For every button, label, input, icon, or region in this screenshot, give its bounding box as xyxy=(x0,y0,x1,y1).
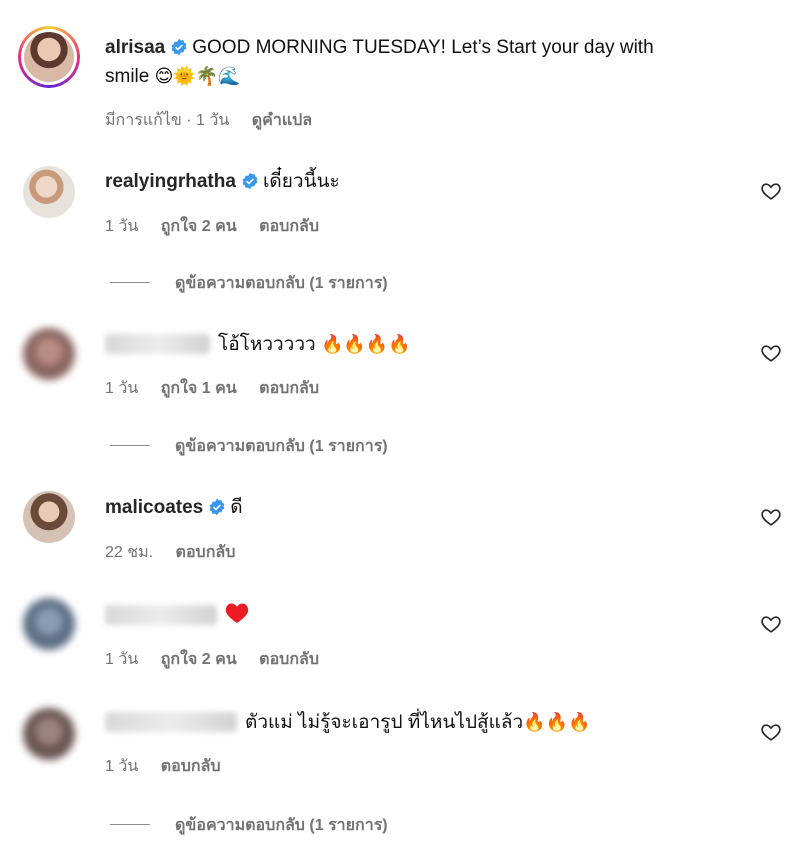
verified-badge-icon xyxy=(171,38,187,56)
comment-time: 1 วัน xyxy=(105,218,139,235)
reply-button[interactable]: ตอบกลับ xyxy=(259,651,319,668)
comment-time: 22 ชม. xyxy=(105,544,154,561)
like-heart-icon[interactable] xyxy=(760,613,782,635)
likes-count[interactable]: ถูกใจ 1 คน xyxy=(161,380,237,397)
comment-time: 1 วัน xyxy=(105,380,139,397)
view-replies-label[interactable]: ดูข้อความตอบกลับ (1 รายการ) xyxy=(175,817,388,834)
likes-count[interactable]: ถูกใจ 2 คน xyxy=(161,651,237,668)
avatar[interactable] xyxy=(18,26,80,88)
likes-count[interactable]: ถูกใจ 2 คน xyxy=(161,218,237,235)
username[interactable]: alrisaa xyxy=(105,37,165,58)
avatar[interactable] xyxy=(23,166,75,218)
caption-emojis: 😊🌞🌴🌊 xyxy=(154,66,241,87)
view-replies-link[interactable]: ดูข้อความตอบกลับ (1 รายการ) xyxy=(110,271,388,296)
like-heart-icon[interactable] xyxy=(760,721,782,743)
divider xyxy=(110,824,150,825)
like-heart-icon[interactable] xyxy=(760,506,782,528)
comment-text: เดี๋ยวนี้นะ xyxy=(262,171,340,192)
view-replies-label[interactable]: ดูข้อความตอบกลับ (1 รายการ) xyxy=(175,438,388,455)
comment-text: โอ้โหววววว xyxy=(218,334,316,355)
reply-button[interactable]: ตอบกลับ xyxy=(176,544,236,561)
caption-text: GOOD MORNING TUESDAY! Let’s Start your d… xyxy=(192,37,654,58)
like-heart-icon[interactable] xyxy=(760,342,782,364)
username-blurred[interactable] xyxy=(105,334,210,354)
divider xyxy=(110,445,150,446)
username-blurred[interactable] xyxy=(105,605,217,625)
red-heart-emoji-icon xyxy=(225,603,249,623)
divider xyxy=(110,282,150,283)
avatar[interactable] xyxy=(23,708,75,760)
verified-badge-icon xyxy=(209,498,225,516)
edited-label: มีการแก้ไข · 1 วัน xyxy=(105,112,230,129)
comment-time: 1 วัน xyxy=(105,758,139,775)
view-replies-link[interactable]: ดูข้อความตอบกลับ (1 รายการ) xyxy=(110,813,388,838)
reply-button[interactable]: ตอบกลับ xyxy=(161,758,221,775)
comment-emojis: 🔥🔥🔥 xyxy=(523,712,591,733)
reply-button[interactable]: ตอบกลับ xyxy=(259,218,319,235)
translate-link[interactable]: ดูคำแปล xyxy=(252,112,312,129)
view-replies-link[interactable]: ดูข้อความตอบกลับ (1 รายการ) xyxy=(110,434,388,459)
avatar[interactable] xyxy=(23,598,75,650)
comment-text: ดี xyxy=(230,497,243,518)
username-blurred[interactable] xyxy=(105,712,237,732)
comment-time: 1 วัน xyxy=(105,651,139,668)
comment-text: ตัวแม่ ไม่รู้จะเอารูป ที่ไหนไปสู้แล้ว xyxy=(245,712,524,733)
avatar[interactable] xyxy=(23,328,75,380)
view-replies-label[interactable]: ดูข้อความตอบกลับ (1 รายการ) xyxy=(175,275,388,292)
caption-text-2: smile xyxy=(105,66,150,87)
verified-badge-icon xyxy=(242,172,258,190)
username[interactable]: malicoates xyxy=(105,497,203,518)
like-heart-icon[interactable] xyxy=(760,180,782,202)
comment-emojis: 🔥🔥🔥🔥 xyxy=(320,334,411,355)
reply-button[interactable]: ตอบกลับ xyxy=(259,380,319,397)
avatar[interactable] xyxy=(23,491,75,543)
username[interactable]: realyingrhatha xyxy=(105,171,236,192)
